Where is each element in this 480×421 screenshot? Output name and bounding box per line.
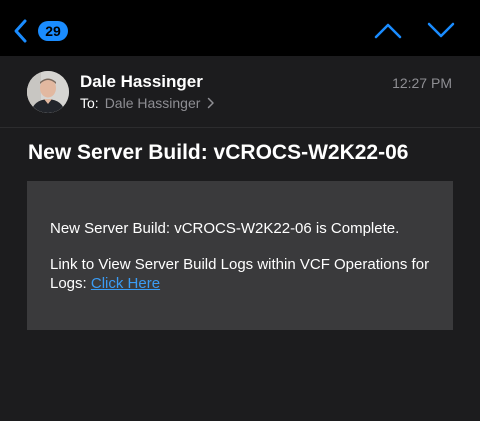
click-here-link[interactable]: Click Here: [91, 275, 160, 292]
previous-message-button[interactable]: [374, 18, 402, 42]
sender-avatar[interactable]: [27, 71, 69, 113]
unread-count-badge: 29: [38, 21, 68, 41]
recipient-line[interactable]: To: Dale Hassinger: [80, 95, 215, 111]
chevron-right-icon: [208, 97, 215, 109]
chevron-left-icon: [14, 19, 27, 43]
avatar-photo: [27, 71, 69, 113]
chevron-up-icon: [374, 23, 402, 39]
top-navigation-bar: 29: [0, 0, 480, 56]
recipient-name: Dale Hassinger: [104, 95, 201, 111]
to-label: To:: [80, 95, 99, 111]
chevron-down-icon: [427, 22, 455, 38]
message-time: 12:27 PM: [392, 75, 452, 91]
message-subject: New Server Build: vCROCS-W2K22-06: [28, 141, 409, 164]
back-button[interactable]: 29: [10, 14, 80, 48]
body-status-line: New Server Build: vCROCS-W2K22-06 is Com…: [50, 220, 400, 237]
next-message-button[interactable]: [427, 18, 455, 42]
body-logs-paragraph: Link to View Server Build Logs within VC…: [50, 255, 440, 293]
message-body: New Server Build: vCROCS-W2K22-06 is Com…: [27, 181, 453, 330]
message-header: Dale Hassinger 12:27 PM To: Dale Hassing…: [0, 56, 480, 128]
sender-name[interactable]: Dale Hassinger: [80, 72, 203, 92]
